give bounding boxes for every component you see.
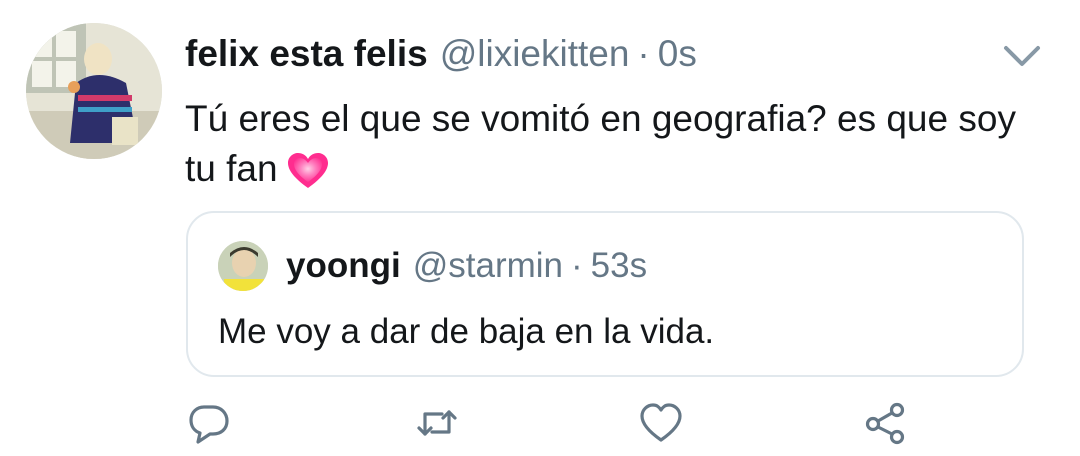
quoted-author-handle: @starmin xyxy=(412,246,563,285)
quoted-tweet-timestamp: 53s xyxy=(590,246,648,285)
quoted-tweet-header: yoongi @starmin · 53s xyxy=(286,243,647,289)
reply-icon[interactable] xyxy=(186,400,232,446)
quoted-tweet-card[interactable]: yoongi @starmin · 53s Me voy a dar de ba… xyxy=(186,211,1024,377)
quoted-author-display-name: yoongi xyxy=(286,246,401,285)
separator-dot: · xyxy=(637,33,650,74)
tweet-timestamp[interactable]: 0s xyxy=(658,33,697,75)
separator-dot: · xyxy=(571,246,583,285)
growing-heart-icon xyxy=(286,151,330,191)
share-icon[interactable] xyxy=(863,400,909,446)
tweet-text: Tú eres el que se vomitó en geografia? e… xyxy=(185,94,1045,194)
tweet: felix esta felis @lixiekitten · 0s Tú er… xyxy=(0,0,1080,456)
author-handle[interactable]: @lixiekitten xyxy=(440,33,630,75)
chevron-down-icon[interactable] xyxy=(1000,38,1044,74)
author-display-name[interactable]: felix esta felis xyxy=(185,33,428,75)
tweet-header: felix esta felis @lixiekitten · 0s xyxy=(185,30,697,78)
author-avatar[interactable] xyxy=(26,23,162,159)
like-icon[interactable] xyxy=(638,400,684,446)
quoted-author-avatar[interactable] xyxy=(218,241,268,291)
quoted-tweet-text: Me voy a dar de baja en la vida. xyxy=(218,312,715,351)
retweet-icon[interactable] xyxy=(414,400,460,446)
